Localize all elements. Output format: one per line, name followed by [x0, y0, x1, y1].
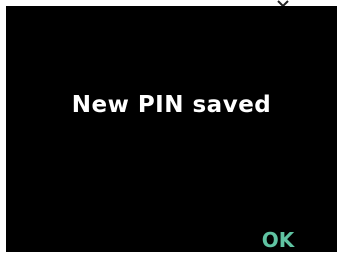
- device-screen: New PIN saved OK: [6, 6, 337, 252]
- ok-button[interactable]: OK: [250, 226, 306, 254]
- confirmation-message: New PIN saved: [71, 92, 272, 118]
